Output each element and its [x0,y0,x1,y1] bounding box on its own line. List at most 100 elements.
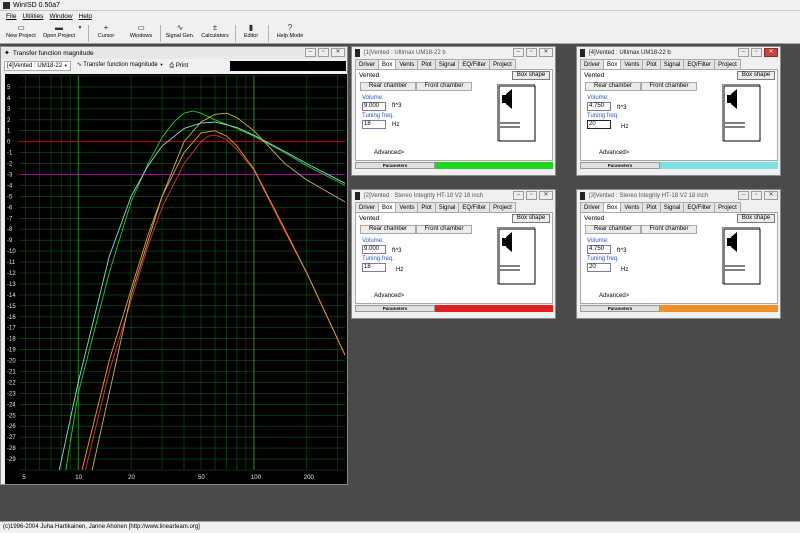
y-tick-label: -12 [7,271,16,277]
graph-window-title-bar[interactable]: ✦ Transfer function magnitude – ▫ ✕ [1,47,347,59]
box-shape-button[interactable]: Box shape [512,71,550,80]
tab-project[interactable]: Project [489,202,516,212]
open-project-dropdown[interactable]: ▼ [76,23,84,43]
box-window-title-bar[interactable]: [2]Vented : Stereo Integrity HT-18 V2 18… [352,190,555,202]
rear-chamber-tab[interactable]: Rear chamber [360,82,416,91]
box-window-title-bar[interactable]: [1]Vented : Ultimax UM18-22 b – ▫ ✕ [352,47,555,59]
speaker-icon [580,192,585,200]
print-button[interactable]: ⎙ Print [169,63,188,70]
tab-box[interactable]: Box [603,202,622,212]
x-tick-label: 100 [251,475,262,481]
tab-eq-filter[interactable]: EQ/Filter [683,202,716,212]
tab-signal[interactable]: Signal [434,202,460,212]
front-chamber-tab[interactable]: Front chamber [641,82,697,91]
close-icon[interactable]: ✕ [764,191,778,200]
transfer-function-chart[interactable]: 543210-1-2-3-4-5-6-7-8-9-10-11-12-13-14-… [5,74,347,484]
rear-chamber-tab[interactable]: Rear chamber [360,225,416,234]
parameters-label[interactable]: Parameters [580,162,660,169]
maximize-icon[interactable]: ▫ [318,48,329,57]
windows-button[interactable]: ▭ Windows [126,23,156,43]
new-project-button[interactable]: ▭ New Project [6,23,36,43]
tab-signal[interactable]: Signal [659,59,685,69]
y-tick-label: -24 [7,402,16,408]
tab-project[interactable]: Project [489,59,516,69]
front-chamber-tab[interactable]: Front chamber [641,225,697,234]
volume-input[interactable]: 4.750 [587,102,611,111]
tab-plot[interactable]: Plot [417,202,436,212]
menu-file[interactable]: File [6,13,16,20]
front-chamber-tab[interactable]: Front chamber [416,82,472,91]
help-mode-button[interactable]: ? Help Mode [274,23,306,43]
box-shape-button[interactable]: Box shape [737,214,775,223]
tab-plot[interactable]: Plot [642,202,661,212]
advanced-button[interactable]: Advanced> [374,150,404,156]
close-icon[interactable]: ✕ [539,48,553,57]
tab-driver[interactable]: Driver [580,59,604,69]
parameters-label[interactable]: Parameters [355,162,435,169]
close-icon[interactable]: ✕ [331,48,345,57]
maximize-icon[interactable]: ▫ [526,48,537,57]
menu-window[interactable]: Window [49,13,72,20]
minimize-icon[interactable]: – [513,191,524,200]
editor-button[interactable]: ▮ Editor [240,23,262,43]
plot-type-select[interactable]: ∿ Transfer function magnitude ▼ [75,61,166,71]
menu-help[interactable]: Help [79,13,92,20]
tab-plot[interactable]: Plot [417,59,436,69]
close-icon[interactable]: ✕ [764,48,778,57]
tab-eq-filter[interactable]: EQ/Filter [683,59,716,69]
tab-box[interactable]: Box [378,202,397,212]
minimize-icon[interactable]: – [305,48,316,57]
tab-driver[interactable]: Driver [355,59,379,69]
volume-input[interactable]: 9.000 [362,102,386,111]
tuning-input[interactable]: 20 [587,263,611,272]
rear-chamber-tab[interactable]: Rear chamber [585,225,641,234]
tuning-input[interactable]: 18 [362,263,386,272]
tab-signal[interactable]: Signal [659,202,685,212]
volume-input[interactable]: 4.750 [587,245,611,254]
tab-project[interactable]: Project [714,59,741,69]
tab-box[interactable]: Box [378,59,397,69]
open-project-button[interactable]: ▬ Open Project [42,23,76,43]
tab-signal[interactable]: Signal [434,59,460,69]
box-window-title-bar[interactable]: [3]Vented : Stereo Integrity HT-18 V2 18… [577,190,780,202]
tuning-input[interactable]: 20 [587,120,611,129]
tab-eq-filter[interactable]: EQ/Filter [458,202,491,212]
tuning-input[interactable]: 18 [362,120,386,129]
maximize-icon[interactable]: ▫ [751,48,762,57]
tab-driver[interactable]: Driver [580,202,604,212]
tab-vents[interactable]: Vents [395,59,419,69]
maximize-icon[interactable]: ▫ [526,191,537,200]
minimize-icon[interactable]: – [738,191,749,200]
menu-utilities[interactable]: Utilities [22,13,43,20]
rear-chamber-tab[interactable]: Rear chamber [585,82,641,91]
box-shape-button[interactable]: Box shape [737,71,775,80]
tab-plot[interactable]: Plot [642,59,661,69]
cursor-button[interactable]: + Cursor [94,23,118,43]
y-tick-label: -14 [7,293,16,299]
parameters-label[interactable]: Parameters [355,305,435,312]
tab-project[interactable]: Project [714,202,741,212]
signal-gen-button[interactable]: ∿ Signal Gen. [164,23,196,43]
box-window-title-bar[interactable]: [4]Vented : Ultimax UM18-22 b – ▫ ✕ [577,47,780,59]
minimize-icon[interactable]: – [738,48,749,57]
maximize-icon[interactable]: ▫ [751,191,762,200]
minimize-icon[interactable]: – [513,48,524,57]
box-shape-button[interactable]: Box shape [512,214,550,223]
tab-box[interactable]: Box [603,59,622,69]
plot-area[interactable]: 5 4 3 2 1 0 -1 -2 -3 -4 -5 -6 -7 -8 -9 -10 -11 -12 -13 -14-… [5,74,347,484]
status-bar: (c)1996-2004 Juha Hartikainen, Janne Aho… [0,521,800,533]
calculators-button[interactable]: ± Calculators [199,23,231,43]
advanced-button[interactable]: Advanced> [374,293,404,299]
parameters-label[interactable]: Parameters [580,305,660,312]
tab-vents[interactable]: Vents [620,59,644,69]
close-icon[interactable]: ✕ [539,191,553,200]
tab-eq-filter[interactable]: EQ/Filter [458,59,491,69]
advanced-button[interactable]: Advanced> [599,150,629,156]
tab-driver[interactable]: Driver [355,202,379,212]
project-select[interactable]: [4]Vented : UM18-22 ▼ [4,61,71,71]
tab-vents[interactable]: Vents [620,202,644,212]
volume-input[interactable]: 9.000 [362,245,386,254]
front-chamber-tab[interactable]: Front chamber [416,225,472,234]
tab-vents[interactable]: Vents [395,202,419,212]
advanced-button[interactable]: Advanced> [599,293,629,299]
